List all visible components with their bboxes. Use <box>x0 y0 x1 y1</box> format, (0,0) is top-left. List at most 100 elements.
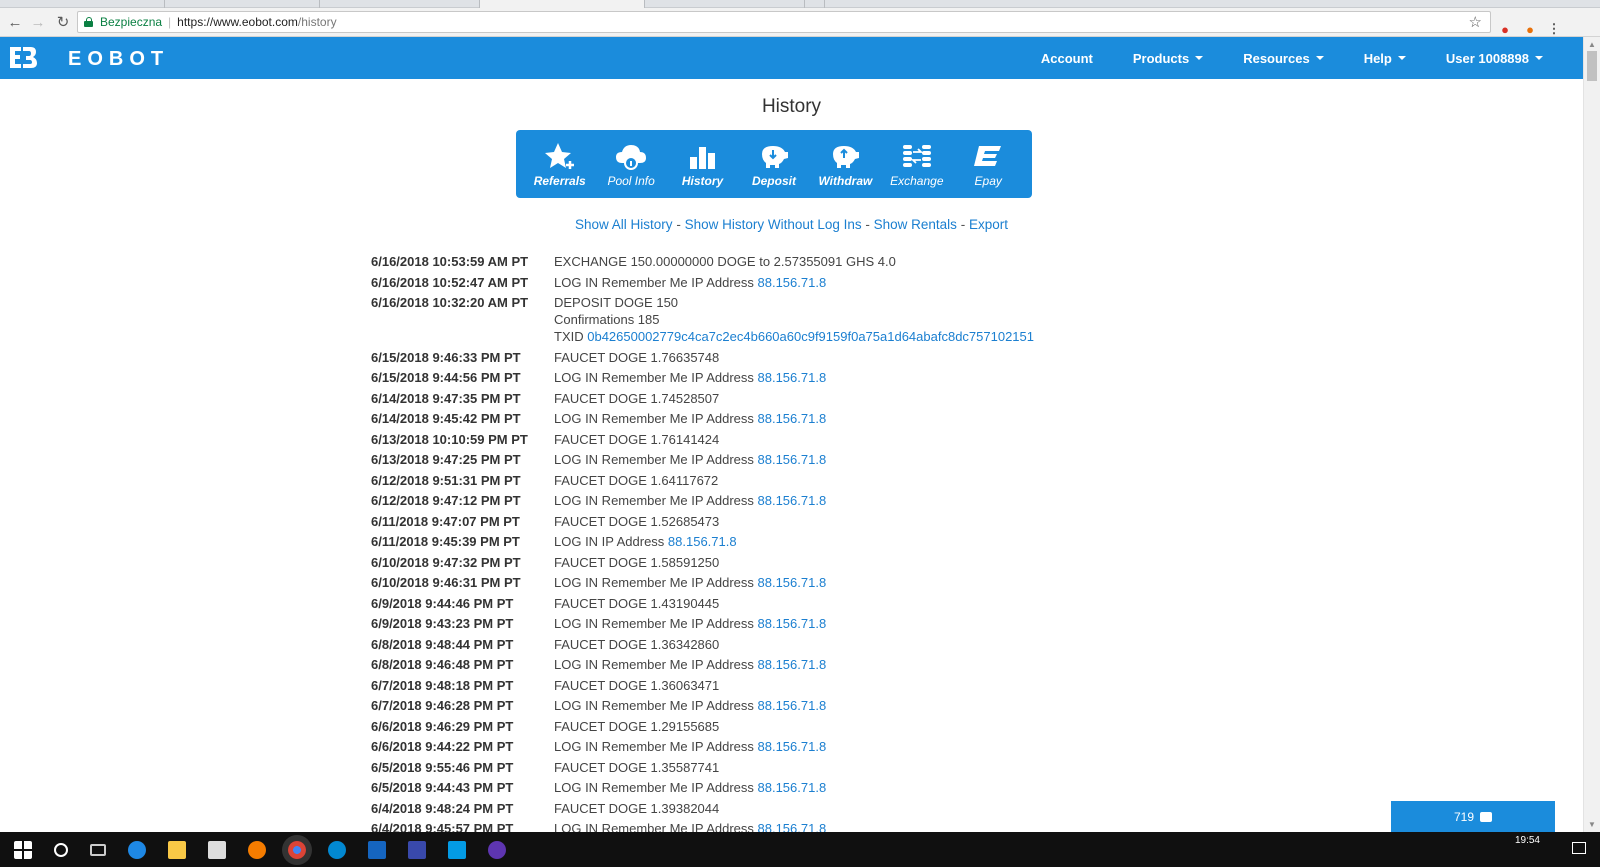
browser-tab[interactable] <box>645 0 805 8</box>
exchange-coins-icon <box>902 144 931 167</box>
ip-address-link[interactable]: 88.156.71.8 <box>758 739 827 754</box>
history-description: FAUCET DOGE 1.35587741 <box>554 759 719 776</box>
ip-address-link[interactable]: 88.156.71.8 <box>758 657 827 672</box>
caret-down-icon <box>1397 56 1406 60</box>
exchange-label: Exchange <box>890 173 944 188</box>
store-icon[interactable] <box>208 840 226 859</box>
ip-address-link[interactable]: 88.156.71.8 <box>758 275 827 290</box>
ip-address-link[interactable]: 88.156.71.8 <box>758 452 827 467</box>
browser-tab-active[interactable] <box>480 0 645 8</box>
history-text: FAUCET DOGE 1.36063471 <box>554 677 720 693</box>
menu-user[interactable]: User 1008898 <box>1446 51 1543 66</box>
link-separator: - <box>861 217 874 232</box>
history-description: EXCHANGE 150.00000000 DOGE to 2.57355091… <box>554 253 896 270</box>
deposit-label: Deposit <box>751 173 796 188</box>
app-icon[interactable] <box>448 840 466 859</box>
browser-tab[interactable] <box>0 0 165 8</box>
ip-address-link[interactable]: 88.156.71.8 <box>758 575 827 590</box>
show-history-without-logins-link[interactable]: Show History Without Log Ins <box>685 217 862 232</box>
history-description: LOG IN IP Address 88.156.71.8 <box>554 533 737 550</box>
history-row: 6/10/2018 9:46:31 PM PT LOG IN Remember M… <box>371 574 1171 591</box>
history-date: 6/4/2018 9:48:24 PM PT <box>371 800 514 816</box>
menu-help[interactable]: Help <box>1364 51 1406 66</box>
history-row: 6/16/2018 10:32:20 AM PT DEPOSIT DOGE 150… <box>371 294 1171 345</box>
back-icon[interactable]: ← <box>5 12 25 32</box>
forward-icon[interactable]: → <box>28 12 48 32</box>
extension-icon[interactable]: ● <box>1496 20 1514 38</box>
history-description: LOG IN Remember Me IP Address 88.156.71.… <box>554 451 826 468</box>
pool-info-label: Pool Info <box>607 173 655 188</box>
history-date: 6/9/2018 9:44:46 PM PT <box>371 595 514 611</box>
bookmark-star-icon[interactable]: ☆ <box>1469 13 1482 31</box>
ip-address-link[interactable]: 88.156.71.8 <box>758 370 827 385</box>
history-text: FAUCET DOGE 1.76141424 <box>554 431 720 447</box>
scroll-up-icon[interactable]: ▲ <box>1588 40 1596 49</box>
show-all-history-link[interactable]: Show All History <box>575 217 673 232</box>
browser-tab[interactable] <box>165 0 320 8</box>
referrals-button[interactable]: Referrals <box>526 141 594 188</box>
epay-button[interactable]: Epay <box>954 141 1022 188</box>
history-text: LOG IN Remember Me IP Address <box>554 493 758 508</box>
address-bar[interactable]: Bezpieczna | https://www.eobot.com/histo… <box>77 11 1491 33</box>
history-text: LOG IN Remember Me IP Address <box>554 452 758 467</box>
extension-icon[interactable]: ● <box>1521 20 1539 38</box>
export-link[interactable]: Export <box>969 217 1008 232</box>
piggy-deposit-icon <box>761 145 788 168</box>
txid-link[interactable]: 0b42650002779c4ca7c2ec4b660a60c9f9159f0a… <box>587 329 1034 344</box>
ip-address-link[interactable]: 88.156.71.8 <box>758 780 827 795</box>
txid-label: TXID <box>554 329 588 344</box>
show-rentals-link[interactable]: Show Rentals <box>874 217 957 232</box>
firefox-icon[interactable] <box>248 840 266 859</box>
menu-products[interactable]: Products <box>1133 51 1204 66</box>
system-clock[interactable]: 19:54 <box>1515 835 1540 846</box>
pool-info-button[interactable]: Pool Info <box>597 141 665 188</box>
ip-address-link[interactable]: 88.156.71.8 <box>758 411 827 426</box>
menu-resources[interactable]: Resources <box>1243 51 1324 66</box>
notification-center-icon[interactable] <box>1572 842 1586 854</box>
history-date: 6/10/2018 9:47:32 PM PT <box>371 554 521 570</box>
history-text: FAUCET DOGE 1.36342860 <box>554 636 720 652</box>
history-button[interactable]: History <box>669 141 737 188</box>
page-scrollbar[interactable]: ▲ ▼ <box>1583 37 1600 832</box>
eobot-logo-icon[interactable] <box>8 45 38 70</box>
app-icon[interactable] <box>408 840 426 859</box>
brand-name[interactable]: EOBOT <box>68 48 169 71</box>
menu-account[interactable]: Account <box>1041 51 1093 66</box>
ip-address-link[interactable]: 88.156.71.8 <box>758 616 827 631</box>
edge-browser-icon[interactable] <box>128 840 146 859</box>
history-date: 6/9/2018 9:43:23 PM PT <box>371 616 514 631</box>
history-row: 6/7/2018 9:48:18 PM PT FAUCET DOGE 1.3606… <box>371 677 1171 694</box>
epay-label: Epay <box>974 173 1002 188</box>
history-description: LOG IN Remember Me IP Address 88.156.71.… <box>554 779 826 796</box>
reload-icon[interactable]: ↻ <box>53 12 73 32</box>
outlook-icon[interactable] <box>368 840 386 859</box>
scroll-down-icon[interactable]: ▼ <box>1588 820 1596 829</box>
withdraw-button[interactable]: Withdraw <box>811 141 879 188</box>
deposit-button[interactable]: Deposit <box>740 141 808 188</box>
history-text: FAUCET DOGE 1.39382044 <box>554 800 720 816</box>
os-taskbar: 19:54 <box>0 832 1600 867</box>
app-icon[interactable] <box>328 840 346 859</box>
browser-tab[interactable] <box>320 0 480 8</box>
ip-address-link[interactable]: 88.156.71.8 <box>668 534 737 549</box>
history-row: 6/16/2018 10:52:47 AM PT LOG IN Remember … <box>371 274 1171 291</box>
history-row: 6/13/2018 9:47:25 PM PT LOG IN Remember M… <box>371 451 1171 468</box>
scroll-thumb[interactable] <box>1587 51 1597 81</box>
ip-address-link[interactable]: 88.156.71.8 <box>758 698 827 713</box>
windows-start-icon[interactable] <box>14 840 32 859</box>
app-icon[interactable] <box>488 840 506 859</box>
link-separator: - <box>672 217 685 232</box>
history-row: 6/6/2018 9:46:29 PM PT FAUCET DOGE 1.2915… <box>371 718 1171 735</box>
file-explorer-icon[interactable] <box>168 840 186 859</box>
exchange-button[interactable]: Exchange <box>883 141 951 188</box>
chat-widget-button[interactable]: 719 <box>1391 801 1555 832</box>
menu-kebab-icon[interactable]: ⋮ <box>1545 20 1563 38</box>
chrome-icon[interactable] <box>288 840 306 859</box>
history-date: 6/11/2018 9:47:07 PM PT <box>371 513 520 529</box>
history-row: 6/14/2018 9:47:35 PM PT FAUCET DOGE 1.745… <box>371 390 1171 407</box>
ip-address-link[interactable]: 88.156.71.8 <box>758 493 827 508</box>
new-tab-button[interactable] <box>805 0 825 8</box>
history-description: FAUCET DOGE 1.52685473 <box>554 513 719 530</box>
task-view-icon[interactable] <box>90 843 106 856</box>
search-icon[interactable] <box>54 842 68 857</box>
